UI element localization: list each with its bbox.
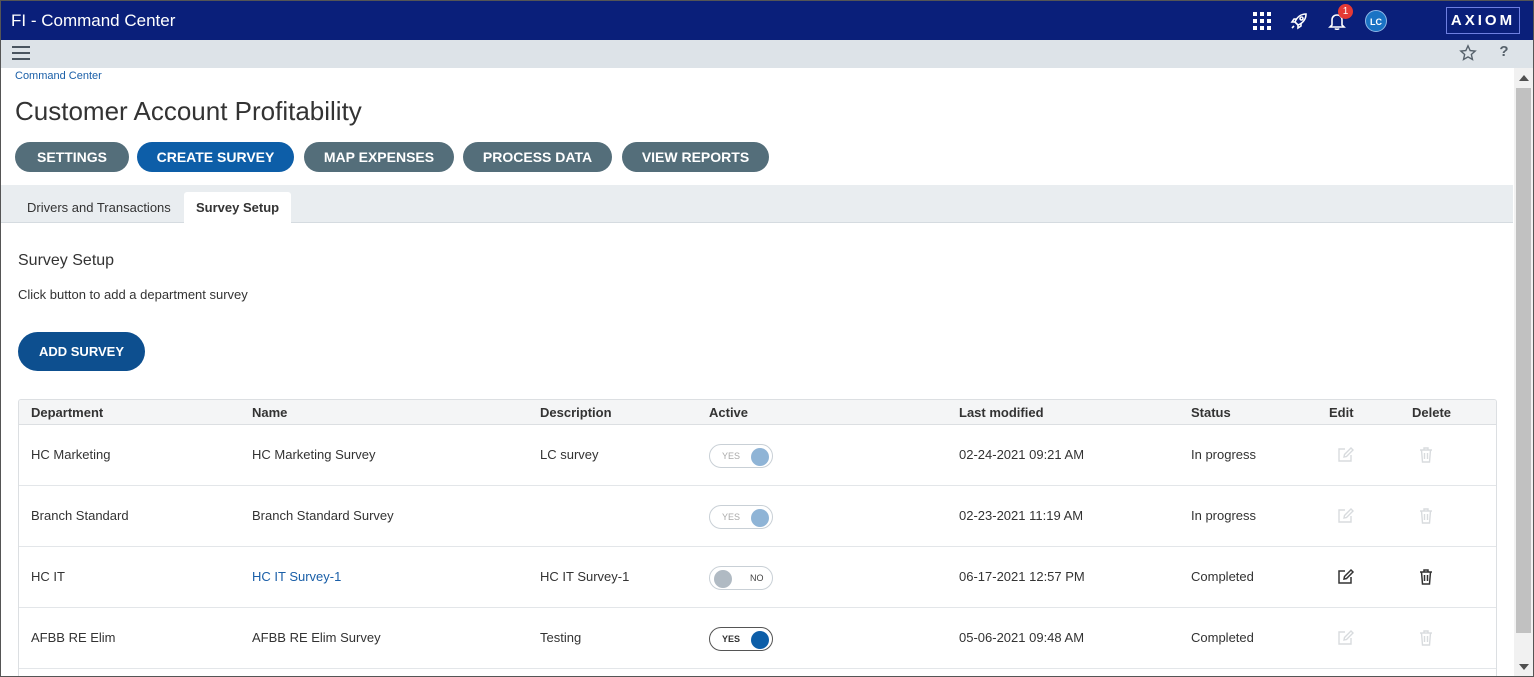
department-cell: HC Marketing <box>31 447 111 462</box>
tab-survey-setup[interactable]: Survey Setup <box>184 192 292 223</box>
table-row[interactable]: AFBB RE Elim AFBB RE Elim Survey Testing… <box>19 608 1496 669</box>
scroll-down-arrow-icon[interactable] <box>1519 664 1529 670</box>
name-cell: AFBB RE Elim Survey <box>252 630 381 645</box>
last-modified-cell: 05-06-2021 09:48 AM <box>959 630 1085 645</box>
column-header-last-modified[interactable]: Last modified <box>959 405 1044 420</box>
vertical-scrollbar[interactable] <box>1514 68 1533 676</box>
department-cell: HC IT <box>31 569 65 584</box>
toolbar: ? <box>1 40 1533 68</box>
edit-icon <box>1335 445 1355 465</box>
trash-icon <box>1416 506 1436 526</box>
rocket-icon[interactable] <box>1287 9 1311 33</box>
process-data-button[interactable]: PROCESS DATA <box>463 142 612 172</box>
section-title: Survey Setup <box>18 252 115 269</box>
description-cell: Testing <box>540 630 582 645</box>
notification-badge: 1 <box>1338 4 1353 19</box>
edit-icon <box>1335 628 1355 648</box>
view-reports-button[interactable]: VIEW REPORTS <box>622 142 769 172</box>
status-cell: In progress <box>1191 508 1257 523</box>
page-title: Customer Account Profitability <box>15 96 362 126</box>
app-title: FI - Command Center <box>11 11 176 30</box>
toggle-label: YES <box>722 634 741 644</box>
column-header-status[interactable]: Status <box>1191 405 1231 420</box>
column-header-description[interactable]: Description <box>540 405 612 420</box>
tab-bar: Drivers and Transactions Survey Setup <box>1 185 1513 223</box>
table-row[interactable]: HC Marketing HC Marketing Survey LC surv… <box>19 425 1496 486</box>
add-survey-button[interactable]: ADD SURVEY <box>18 332 145 371</box>
toggle-knob <box>751 631 769 649</box>
survey-name-link[interactable]: HC IT Survey-1 <box>252 569 341 584</box>
table-header: Department Name Description Active Last … <box>19 400 1496 425</box>
toggle-label: NO <box>750 573 764 583</box>
map-expenses-button[interactable]: MAP EXPENSES <box>304 142 454 172</box>
edit-icon[interactable] <box>1335 567 1355 587</box>
axiom-logo: AXIOM <box>1446 7 1520 34</box>
top-bar: FI - Command Center 1 LC AXIOM <box>1 1 1533 40</box>
last-modified-cell: 06-17-2021 12:57 PM <box>959 569 1085 584</box>
last-modified-cell: 02-24-2021 09:21 AM <box>959 447 1085 462</box>
toggle-knob <box>714 570 732 588</box>
column-header-department[interactable]: Department <box>31 405 103 420</box>
toggle-label: YES <box>722 512 741 522</box>
scroll-thumb[interactable] <box>1516 88 1531 633</box>
create-survey-button[interactable]: CREATE SURVEY <box>137 142 294 172</box>
edit-icon <box>1335 506 1355 526</box>
description-cell: HC IT Survey-1 <box>540 569 630 584</box>
table-row[interactable]: Branch Standard Branch Standard Survey Y… <box>19 486 1496 547</box>
tab-drivers-and-transactions[interactable]: Drivers and Transactions <box>15 192 183 223</box>
trash-icon <box>1416 445 1436 465</box>
star-icon[interactable] <box>1459 44 1479 64</box>
settings-button[interactable]: SETTINGS <box>15 142 129 172</box>
grid-icon[interactable] <box>1250 9 1274 33</box>
bell-icon[interactable]: 1 <box>1325 4 1353 33</box>
name-cell: HC Marketing Survey <box>252 447 376 462</box>
toggle-knob <box>751 448 769 466</box>
active-toggle[interactable]: YES <box>709 627 773 651</box>
table-row[interactable]: HC IT HC IT Survey-1 HC IT Survey-1 NO 0… <box>19 547 1496 608</box>
department-cell: AFBB RE Elim <box>31 630 116 645</box>
trash-icon <box>1416 628 1436 648</box>
active-toggle[interactable]: YES <box>709 505 773 529</box>
scroll-up-arrow-icon[interactable] <box>1519 75 1529 81</box>
help-icon[interactable]: ? <box>1495 43 1513 63</box>
department-cell: Branch Standard <box>31 508 129 523</box>
trash-icon[interactable] <box>1416 567 1436 587</box>
section-hint: Click button to add a department survey <box>18 287 248 302</box>
survey-table: Department Name Description Active Last … <box>18 399 1497 676</box>
status-cell: Completed <box>1191 569 1254 584</box>
active-toggle[interactable]: YES <box>709 444 773 468</box>
column-header-delete: Delete <box>1412 405 1452 420</box>
toggle-knob <box>751 509 769 527</box>
status-cell: Completed <box>1191 630 1254 645</box>
column-header-name[interactable]: Name <box>252 405 287 420</box>
breadcrumb-command-center[interactable]: Command Center <box>15 70 102 82</box>
avatar[interactable]: LC <box>1365 10 1387 32</box>
hamburger-icon[interactable] <box>12 46 30 62</box>
column-header-edit: Edit <box>1329 405 1354 420</box>
description-cell: LC survey <box>540 447 599 462</box>
active-toggle[interactable]: NO <box>709 566 773 590</box>
column-header-active[interactable]: Active <box>709 405 748 420</box>
status-cell: In progress <box>1191 447 1257 462</box>
toggle-label: YES <box>722 451 741 461</box>
last-modified-cell: 02-23-2021 11:19 AM <box>959 508 1084 523</box>
name-cell: Branch Standard Survey <box>252 508 394 523</box>
app-window: FI - Command Center 1 LC AXIOM ? Command… <box>0 0 1534 677</box>
